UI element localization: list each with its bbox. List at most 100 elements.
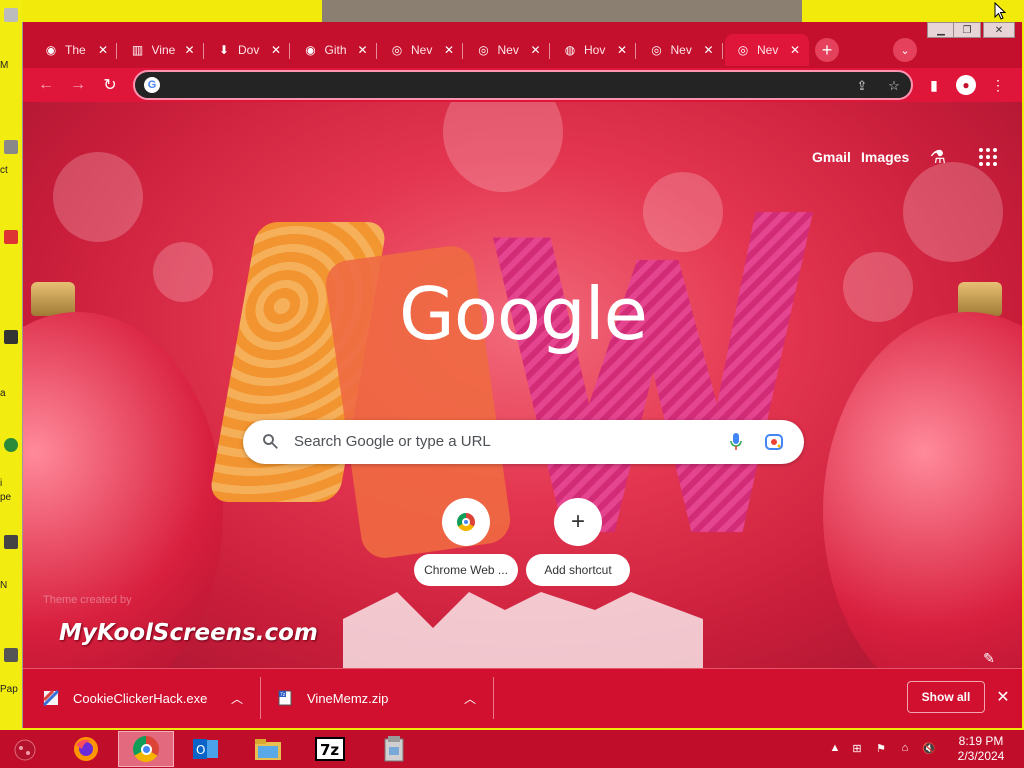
taskbar-file-explorer[interactable] (240, 731, 296, 767)
start-button[interactable] (0, 731, 50, 767)
close-tab-icon[interactable]: ✕ (441, 43, 457, 57)
svg-text:7z: 7z (320, 741, 339, 759)
zip-file-icon: 7z (278, 690, 292, 706)
taskbar-installer[interactable] (366, 731, 422, 767)
close-tab-icon[interactable]: ✕ (528, 43, 544, 57)
desktop-app-icon[interactable] (4, 535, 18, 549)
tab-divider (548, 43, 550, 59)
tab-divider (721, 43, 723, 59)
tab-divider (289, 43, 290, 59)
downloads-bar: CookieClickerHack.exe ︿ 7z VineMemz.zip … (23, 668, 1022, 728)
taskbar-chrome[interactable] (118, 731, 174, 767)
images-link[interactable]: Images (861, 149, 909, 165)
chrome-icon: ◎ (478, 43, 489, 57)
tab-divider (635, 43, 636, 59)
ornament-right (823, 312, 1022, 668)
shortcut-chrome-web-store[interactable]: Chrome Web ... (414, 498, 518, 588)
browser-tab[interactable]: ◍ Hov ✕ (552, 34, 636, 66)
shortcut-tile: + (554, 498, 602, 546)
installer-icon (384, 736, 404, 762)
side-panel-button[interactable]: ▮ (921, 72, 947, 98)
desktop-app-icon[interactable] (4, 140, 18, 154)
plus-icon: + (570, 508, 585, 535)
reload-button[interactable]: ↻ (97, 72, 123, 98)
voice-search-icon[interactable] (729, 432, 743, 452)
chrome-icon: ◎ (651, 43, 662, 57)
browser-tab[interactable]: ▥ Vine ✕ (120, 34, 204, 66)
bookmark-star-icon[interactable]: ☆ (885, 77, 903, 95)
download-item[interactable]: CookieClickerHack.exe (43, 669, 243, 727)
folder-icon (255, 739, 281, 760)
close-tab-icon[interactable]: ✕ (355, 43, 371, 57)
share-icon[interactable]: ⇪ (853, 77, 871, 95)
desktop-app-icon[interactable] (4, 438, 18, 452)
close-tab-icon[interactable]: ✕ (182, 43, 198, 57)
taskbar-outlook[interactable]: O (178, 731, 234, 767)
desktop-app-icon[interactable] (4, 648, 18, 662)
address-bar[interactable]: G ⇪ ☆ (133, 70, 913, 100)
browser-tab[interactable]: ◉ The ✕ (33, 34, 117, 66)
browser-tab[interactable]: ◎ Nev ✕ (639, 34, 723, 66)
google-apps-icon[interactable] (977, 146, 999, 168)
gmail-link[interactable]: Gmail (812, 149, 851, 165)
desktop-label: M (0, 60, 9, 71)
restore-button[interactable]: ❐ (953, 22, 981, 38)
chrome-web-store-icon (457, 513, 475, 531)
labs-flask-icon[interactable]: ⚗ (927, 146, 949, 168)
watermark-text: MyKoolScreens.com (59, 620, 318, 646)
browser-tab[interactable]: ⬇ Dov ✕ (206, 34, 290, 66)
desktop-app-icon[interactable] (4, 330, 18, 344)
close-tab-icon[interactable]: ✕ (701, 43, 717, 57)
minimize-button[interactable]: ▁ (927, 22, 955, 38)
new-tab-button[interactable]: + (815, 38, 839, 62)
show-all-button[interactable]: Show all (907, 681, 985, 713)
forward-button[interactable]: → (65, 72, 91, 98)
recycle-bin-icon[interactable] (4, 8, 18, 22)
tab-title: Nev (497, 43, 519, 57)
show-hidden-icons[interactable]: ▲ (828, 741, 842, 755)
close-tab-icon[interactable]: ✕ (95, 43, 111, 57)
shortcut-label: Chrome Web ... (414, 554, 518, 586)
google-lens-icon[interactable] (764, 432, 784, 452)
tab-search-button[interactable]: ⌄ (893, 38, 917, 62)
network-icon[interactable]: ⌂ (898, 741, 912, 755)
year-letters (343, 592, 703, 668)
globe-icon: ◍ (564, 43, 576, 57)
taskbar-firefox[interactable] (58, 731, 114, 767)
tab-title: Gith (324, 43, 347, 57)
back-button[interactable]: ← (33, 72, 59, 98)
chrome-menu-button[interactable]: ⋮ (985, 72, 1011, 98)
close-tab-icon[interactable]: ✕ (268, 43, 284, 57)
chrome-icon (133, 736, 159, 762)
close-tab-icon[interactable]: ✕ (614, 43, 630, 57)
volume-muted-icon[interactable]: 🔇 (922, 741, 936, 755)
shortcut-tile (442, 498, 490, 546)
close-window-button[interactable]: ✕ (983, 22, 1015, 38)
desktop-app-icon[interactable] (4, 230, 18, 244)
download-item[interactable]: 7z VineMemz.zip (277, 669, 477, 727)
browser-tab[interactable]: ◉ Gith ✕ (293, 34, 377, 66)
browser-tab[interactable]: ◎ Nev ✕ (725, 34, 809, 66)
tray-app-icon[interactable]: ⊞ (850, 741, 864, 755)
taskbar-7zip[interactable]: 7z (302, 731, 358, 767)
theme-credit[interactable]: Theme created by (43, 594, 132, 606)
shortcut-add[interactable]: + Add shortcut (526, 498, 630, 588)
chevron-up-icon[interactable]: ︿ (461, 689, 479, 707)
system-clock[interactable]: 8:19 PM 2/3/2024 (946, 734, 1016, 764)
close-downloads-icon[interactable]: ✕ (993, 687, 1013, 707)
close-tab-icon[interactable]: ✕ (787, 43, 803, 57)
mouse-cursor-icon (994, 2, 1006, 20)
browser-tab[interactable]: ◎ Nev ✕ (466, 34, 550, 66)
outlook-icon: O (193, 739, 218, 759)
browser-tab[interactable]: ◎ Nev ✕ (379, 34, 463, 66)
action-center-flag-icon[interactable]: ⚑ (874, 741, 888, 755)
search-box[interactable]: Search Google or type a URL (243, 420, 804, 464)
profile-avatar-icon: ● (956, 75, 976, 95)
exe-file-icon (43, 690, 59, 706)
chevron-up-icon[interactable]: ︿ (228, 689, 246, 707)
profile-button[interactable]: ● (953, 72, 979, 98)
customize-pencil-icon[interactable]: ✎ (979, 648, 999, 668)
toolbar: ← → ↻ G ⇪ ☆ ▮ ● ⋮ (23, 68, 1022, 102)
desktop-top-strip (22, 0, 1024, 22)
tab-title: The (65, 43, 86, 57)
